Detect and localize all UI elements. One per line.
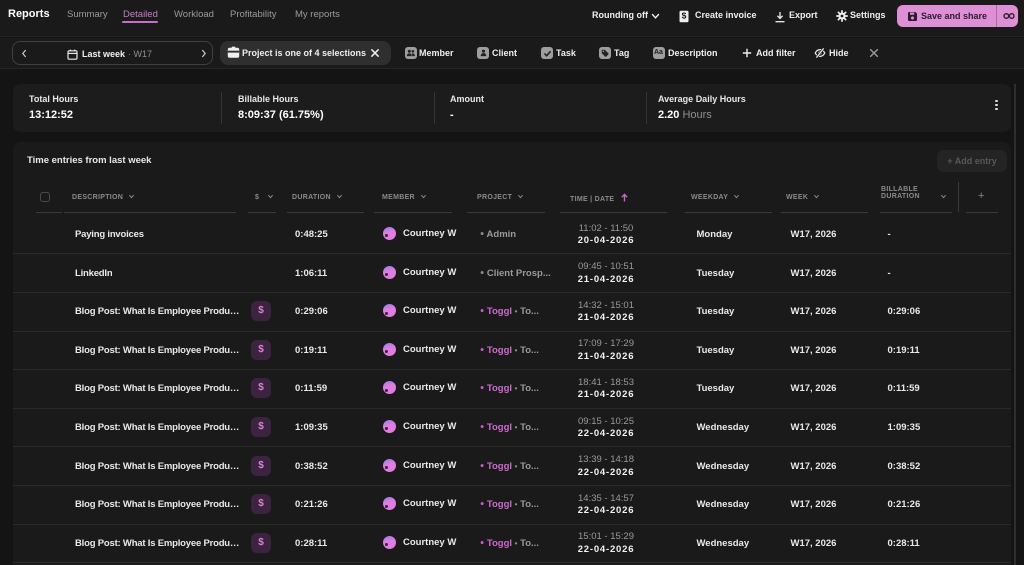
svg-text:$: $	[682, 11, 687, 21]
